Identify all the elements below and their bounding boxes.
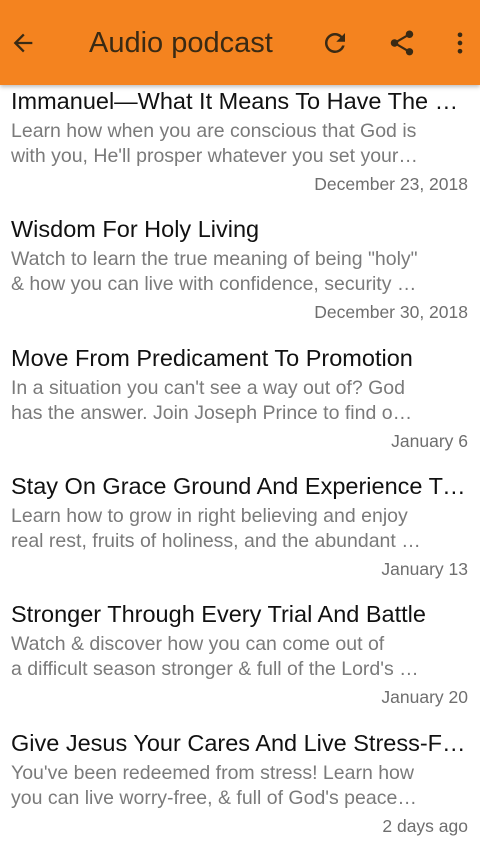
share-button[interactable] xyxy=(377,0,427,85)
item-description-line: a difficult season stronger & full of th… xyxy=(11,658,419,680)
item-description-line: & how you can live with confidence, secu… xyxy=(11,273,421,295)
list-item[interactable]: Stay On Grace Ground And Experience True… xyxy=(0,470,480,598)
item-title: Immanuel—What It Means To Have The Lord… xyxy=(11,88,471,114)
item-description-line: In a situation you can't see a way out o… xyxy=(11,377,405,399)
app-bar: Audio podcast xyxy=(0,0,480,85)
list-item[interactable]: Move From Predicament To Promotion In a … xyxy=(0,342,480,470)
item-title: Wisdom For Holy Living xyxy=(11,216,260,242)
item-description-line: You've been redeemed from stress! Learn … xyxy=(11,762,414,784)
item-date: December 30, 2018 xyxy=(314,302,468,322)
list-item[interactable]: Give Jesus Your Cares And Live Stress-Fr… xyxy=(0,727,480,853)
item-description-line: Watch to learn the true meaning of being… xyxy=(11,248,418,270)
item-date: December 23, 2018 xyxy=(314,174,468,194)
item-description-line: with you, He'll prosper whatever you set… xyxy=(11,145,421,167)
item-description: You've been redeemed from stress! Learn … xyxy=(11,761,421,811)
share-icon xyxy=(390,30,414,55)
item-description: Watch to learn the true meaning of being… xyxy=(11,247,421,297)
item-description: Learn how when you are conscious that Go… xyxy=(11,119,421,169)
item-description-line: Learn how when you are conscious that Go… xyxy=(11,120,417,142)
item-date: January 20 xyxy=(381,687,468,707)
back-button[interactable] xyxy=(0,0,46,85)
list-item[interactable]: Stronger Through Every Trial And Battle … xyxy=(0,598,480,726)
item-description-line: Watch & discover how you can come out of xyxy=(11,633,385,655)
more-vert-icon xyxy=(457,32,463,53)
item-title: Give Jesus Your Cares And Live Stress-Fr… xyxy=(11,730,471,756)
page-title: Audio podcast xyxy=(89,27,273,59)
list-item[interactable]: Immanuel—What It Means To Have The Lord…… xyxy=(0,85,480,213)
item-description-line: real rest, fruits of holiness, and the a… xyxy=(11,530,421,552)
item-date: January 13 xyxy=(381,559,468,579)
item-description-line: Learn how to grow in right believing and… xyxy=(11,505,408,527)
item-description: Learn how to grow in right believing and… xyxy=(11,504,421,554)
item-description-line: you can live worry-free, & full of God's… xyxy=(11,787,421,809)
item-date: 2 days ago xyxy=(382,816,468,836)
more-options-button[interactable] xyxy=(440,0,480,85)
item-description: In a situation you can't see a way out o… xyxy=(11,376,421,426)
item-title: Stronger Through Every Trial And Battle xyxy=(11,601,426,627)
podcast-list: Immanuel—What It Means To Have The Lord…… xyxy=(0,85,480,853)
refresh-button[interactable] xyxy=(310,0,360,85)
item-description-line: has the answer. Join Joseph Prince to fi… xyxy=(11,402,421,424)
item-date: January 6 xyxy=(391,431,468,451)
item-description: Watch & discover how you can come out of… xyxy=(11,632,421,682)
item-title: Stay On Grace Ground And Experience True… xyxy=(11,473,471,499)
item-title: Move From Predicament To Promotion xyxy=(11,345,413,371)
list-item[interactable]: Wisdom For Holy Living Watch to learn th… xyxy=(0,213,480,341)
refresh-icon xyxy=(324,32,345,53)
arrow-left-icon xyxy=(13,33,33,52)
